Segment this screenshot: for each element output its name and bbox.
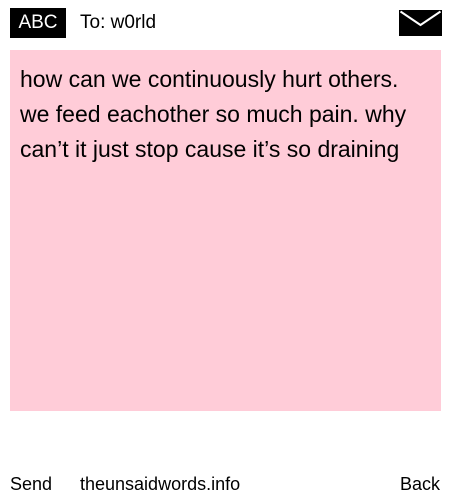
header-bar: ABC To: w0rld xyxy=(0,0,450,46)
input-mode-badge: ABC xyxy=(10,8,66,38)
message-box[interactable]: how can we continuously hurt others. we … xyxy=(10,50,441,411)
message-text: how can we continuously hurt others. we … xyxy=(20,66,407,162)
site-label: theunsaidwords.info xyxy=(80,474,241,494)
back-button[interactable]: Back xyxy=(400,472,440,496)
recipient-label: To: w0rld xyxy=(80,12,157,33)
envelope-icon xyxy=(399,10,442,36)
send-button[interactable]: Send xyxy=(10,472,52,496)
